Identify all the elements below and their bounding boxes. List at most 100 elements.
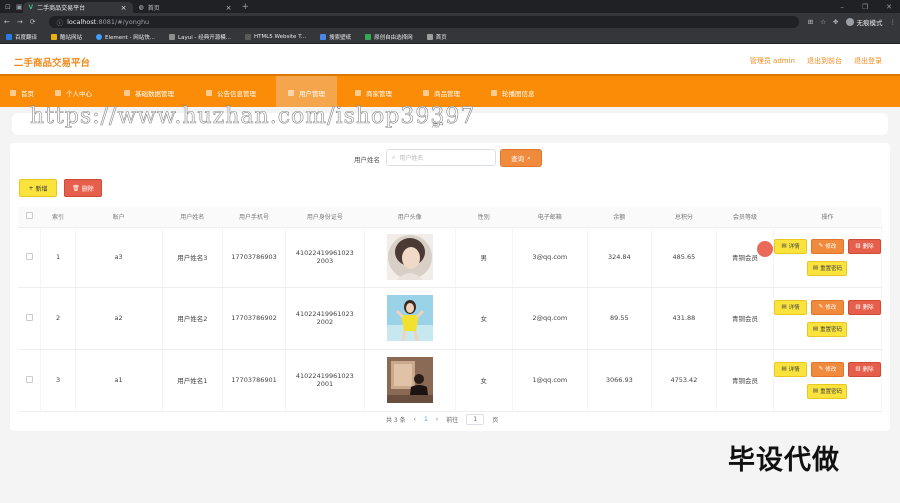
gender-cell: 女 <box>455 287 513 350</box>
row-select-cell <box>18 287 42 350</box>
detail-button[interactable]: ▤ 详情 <box>773 361 807 377</box>
nav-basic-data[interactable]: 基础数据管理 <box>124 88 174 98</box>
bookmark-icon <box>244 33 251 40</box>
level-cell: 青铜会员 <box>716 287 774 350</box>
bookmark-item[interactable]: Element - 网站快... <box>96 33 155 41</box>
delete-button[interactable]: ▥ 删除 <box>847 299 881 315</box>
table-row[interactable]: 1 a3 用户姓名3 17703786903 41022419961023 200… <box>18 227 883 288</box>
nav-merchants[interactable]: 商家管理 <box>355 88 392 98</box>
nav-carousel[interactable]: 轮播图信息 <box>491 88 535 98</box>
reset-password-button[interactable]: ▤ 重置密码 <box>807 321 848 337</box>
incognito-label: 无痕模式 <box>856 18 883 27</box>
add-button[interactable]: + 新增 <box>19 179 57 197</box>
row-actions-top: ▤ 详情 ✎ 修改 ▥ 删除 <box>773 361 881 377</box>
close-icon[interactable]: × <box>226 4 232 12</box>
delete-button[interactable]: ▥ 删除 <box>847 361 881 377</box>
nav-home[interactable]: 首页 <box>10 88 34 98</box>
reset-password-button[interactable]: ▤ 重置密码 <box>807 383 848 399</box>
header-cell: 用户姓名 <box>162 207 223 228</box>
edit-button[interactable]: ✎ 修改 <box>810 238 844 254</box>
avatar-cell <box>364 287 456 350</box>
nav-notice[interactable]: 公告信息管理 <box>206 88 256 98</box>
back-icon[interactable]: ← <box>4 18 10 26</box>
pager-page-unit: 页 <box>492 417 499 424</box>
bookmark-icon <box>169 33 176 40</box>
pager-prev-icon[interactable]: ‹ <box>414 416 416 423</box>
mouse-cursor-highlight <box>757 241 773 257</box>
phone-cell: 17703786901 <box>222 349 286 412</box>
more-icon[interactable]: ⋮ <box>890 18 897 26</box>
bookmark-item[interactable]: 酷站网站 <box>51 33 82 41</box>
ops-cell: ▤ 详情 ✎ 修改 ▥ 删除 ▤ 重置密码 <box>773 349 883 412</box>
table-header-row: 索引 账户 用户姓名 用户手机号 用户身份证号 用户头像 性别 电子邮箱 余额 … <box>18 207 882 228</box>
key-icon: ▤ <box>812 265 819 271</box>
pagination: 共 3 条 ‹ 1 › 前往 1 页 <box>386 414 498 425</box>
delete-button[interactable]: ▥ 删除 <box>847 238 881 254</box>
url-field[interactable]: ⓘ localhost:8081/#/yonghu <box>48 15 799 28</box>
detail-button[interactable]: ▤ 详情 <box>773 299 807 315</box>
balance-cell: 324.84 <box>587 227 652 288</box>
avatar-cell <box>364 227 456 288</box>
avatar <box>386 295 433 341</box>
bookmark-item[interactable]: 首页 <box>426 33 447 41</box>
bell-icon <box>206 90 212 96</box>
search-placeholder: 用户姓名 <box>399 155 424 162</box>
tab-menu-icon[interactable]: ⊡ <box>5 3 11 11</box>
search-icon: ⌕ <box>392 153 396 161</box>
doc-icon: ▤ <box>781 366 787 372</box>
batch-delete-button[interactable]: 🗑 删除 <box>64 179 102 197</box>
new-tab-icon[interactable]: + <box>238 2 250 12</box>
extension-icon[interactable]: ▣ <box>16 3 23 11</box>
reload-icon[interactable]: ⟳ <box>30 18 36 26</box>
header-cell: 余额 <box>587 207 652 228</box>
nav-goods[interactable]: 商品管理 <box>423 88 460 98</box>
app-title: 二手商品交易平台 <box>14 58 91 69</box>
header-cell: 账户 <box>75 207 163 228</box>
bookmark-item[interactable]: 原创自由选择网 <box>365 33 413 41</box>
edit-button[interactable]: ✎ 修改 <box>810 299 844 315</box>
forward-icon[interactable]: → <box>17 18 23 26</box>
bookmark-item[interactable]: 搜索壁纸 <box>320 33 351 41</box>
pager-total: 共 3 条 <box>386 417 406 424</box>
key-icon: ▤ <box>812 326 819 332</box>
to-front-link[interactable]: 退出到前台 <box>807 56 842 66</box>
account-cell: a1 <box>75 349 163 412</box>
bookmark-icon <box>426 33 433 40</box>
account-cell: a3 <box>75 227 163 288</box>
level-cell: 青铜会员 <box>716 227 774 288</box>
maximize-icon[interactable]: ❐ <box>862 3 868 11</box>
pager-next-icon[interactable]: › <box>436 416 438 423</box>
reset-password-button[interactable]: ▤ 重置密码 <box>807 260 848 276</box>
star-icon[interactable]: ☆ <box>820 18 826 26</box>
row-checkbox[interactable] <box>25 313 33 321</box>
search-button[interactable]: 查询 ⌕ <box>500 149 542 167</box>
logout-link[interactable]: 退出登录 <box>854 56 882 66</box>
balance-cell: 3066.93 <box>587 349 652 412</box>
gender-cell: 女 <box>455 349 513 412</box>
minimize-icon[interactable]: – <box>840 3 844 11</box>
goods-icon <box>423 90 429 96</box>
pager-page-input[interactable]: 1 <box>466 414 485 425</box>
edit-button[interactable]: ✎ 修改 <box>810 361 844 377</box>
watermark-text: https://www.huzhan.com/ishop39397 <box>30 104 476 130</box>
select-all-checkbox[interactable] <box>25 212 33 220</box>
window-close-icon[interactable]: ✕ <box>886 3 892 11</box>
detail-button[interactable]: ▤ 详情 <box>773 238 807 254</box>
bookmark-item[interactable]: 百度翻译 <box>6 33 37 41</box>
table-row[interactable]: 2 a2 用户姓名2 17703786902 41022419961023 200… <box>18 287 883 350</box>
search-input[interactable]: ⌕ 用户姓名 <box>386 149 496 166</box>
row-checkbox[interactable] <box>25 375 33 383</box>
url-host: localhost <box>67 17 97 26</box>
tab-home[interactable]: ◍ 首页 × <box>133 2 238 13</box>
incognito-indicator[interactable]: 无痕模式 <box>845 17 883 27</box>
table-row[interactable]: 3 a1 用户姓名1 17703786901 41022419961023 200… <box>18 349 883 412</box>
close-icon[interactable]: × <box>121 4 127 12</box>
translate-icon[interactable]: ⊞ <box>808 18 813 26</box>
row-checkbox[interactable] <box>25 252 33 260</box>
nav-profile[interactable]: 个人中心 <box>55 88 92 98</box>
tab-app[interactable]: V 二手商品交易平台 × <box>22 2 133 13</box>
puzzle-icon[interactable]: ✥ <box>833 18 838 26</box>
bookmark-item[interactable]: HTML5 Website T... <box>244 33 306 40</box>
pager-current-page[interactable]: 1 <box>424 416 428 423</box>
bookmark-item[interactable]: Layui - 经典开源模... <box>169 33 231 41</box>
